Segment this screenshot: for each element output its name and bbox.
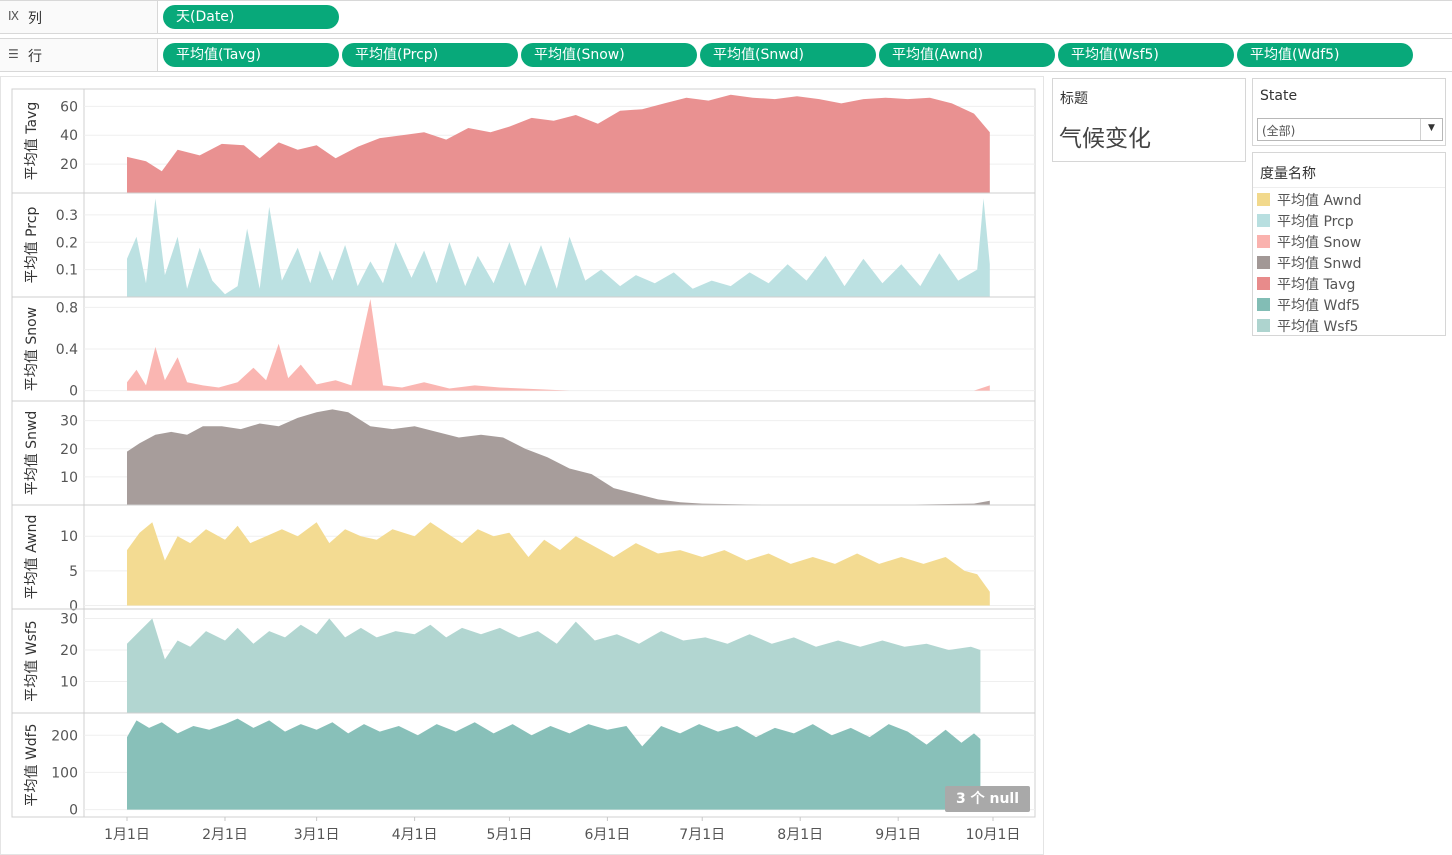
legend-item-prcp[interactable]: 平均值 Prcp [1257,210,1443,231]
legend-swatch [1257,256,1270,269]
pill-tavg[interactable]: 平均值(Tavg) [163,43,339,67]
pill-date[interactable]: 天(Date) [163,5,339,29]
area-snow [127,299,990,391]
y-tick-label-snwd: 10 [60,470,78,486]
dropdown-arrow-icon: ▼ [1428,123,1435,133]
legend-item-tavg[interactable]: 平均值 Tavg [1257,273,1443,294]
y-tick-label-wsf5: 10 [60,674,78,690]
area-tavg [127,94,990,193]
legend-item-snwd[interactable]: 平均值 Snwd [1257,252,1443,273]
legend-label: 平均值 Snwd [1277,256,1362,272]
x-tick-label: 8月1日 [777,827,823,843]
rows-shelf: ☰ 行 平均值(Tavg) 平均值(Prcp) 平均值(Snow) 平均值(Sn… [0,38,1452,72]
y-tick-label-awnd: 5 [69,564,78,580]
legend-header: 度量名称 [1260,166,1316,182]
x-tick-label: 1月1日 [104,827,150,843]
x-tick-label: 2月1日 [202,827,248,843]
state-dropdown-value: (全部) [1262,124,1296,138]
rows-icon: ☰ [8,47,19,61]
x-tick-label: 7月1日 [679,827,725,843]
pill-wsf5[interactable]: 平均值(Wsf5) [1058,43,1234,67]
columns-shelf-label: 列 [28,11,42,27]
y-tick-label-wdf5: 100 [51,765,78,781]
pill-snow[interactable]: 平均值(Snow) [521,43,697,67]
legend-item-awnd[interactable]: 平均值 Awnd [1257,189,1443,210]
legend-label: 平均值 Tavg [1277,277,1356,293]
legend-label: 平均值 Wsf5 [1277,319,1359,335]
area-prcp [127,198,990,297]
legend-label: 平均值 Wdf5 [1277,298,1361,314]
y-tick-label-wsf5: 20 [60,643,78,659]
y-axis-title-wsf5: 平均值 Wsf5 [24,620,40,701]
y-tick-label-wsf5: 30 [60,611,78,627]
legend-card: 度量名称 平均值 Awnd 平均值 Prcp 平均值 Snow 平均值 Snwd… [1252,152,1446,336]
chart-pane: 20 40 60 平均值 Tavg 0.1 0.2 0.3 平均值 Prcp 0 0.4 0.8 平均… [0,76,1044,855]
y-axis-title-prcp: 平均值 Prcp [24,207,40,284]
area-wsf5 [127,618,981,713]
legend-item-wsf5[interactable]: 平均值 Wsf5 [1257,315,1443,336]
columns-shelf: Ⅸ 列 天(Date) [0,0,1452,34]
dashboard-title: 气候变化 [1059,126,1151,152]
y-axis-title-tavg: 平均值 Tavg [24,102,40,180]
y-tick-label-snow: 0.8 [56,300,78,316]
legend-item-snow[interactable]: 平均值 Snow [1257,231,1443,252]
x-tick-label: 5月1日 [487,827,533,843]
area-chart[interactable]: 20 40 60 平均值 Tavg 0.1 0.2 0.3 平均值 Prcp 0 0.4 0.8 平均… [1,77,1043,854]
columns-icon: Ⅸ [8,9,20,23]
legend-swatch [1257,319,1270,332]
legend-divider [1253,187,1445,188]
y-tick-label-prcp: 0.2 [56,235,78,251]
legend-label: 平均值 Prcp [1277,214,1354,230]
state-dropdown-button[interactable]: ▼ [1420,119,1442,140]
title-card: 标题 气候变化 [1052,78,1246,162]
area-awnd [127,522,990,606]
legend-swatch [1257,214,1270,227]
y-tick-label-prcp: 0.1 [56,263,78,279]
y-tick-label-prcp: 0.3 [56,208,78,224]
x-tick-label: 3月1日 [294,827,340,843]
x-tick-label: 4月1日 [392,827,438,843]
pill-snwd[interactable]: 平均值(Snwd) [700,43,876,67]
state-filter-card: State (全部) ▼ [1252,78,1446,146]
legend-label: 平均值 Awnd [1277,193,1362,209]
y-tick-label-tavg: 60 [60,99,78,115]
legend-swatch [1257,298,1270,311]
y-tick-label-tavg: 40 [60,128,78,144]
y-tick-label-tavg: 20 [60,157,78,173]
area-wdf5 [127,718,981,810]
x-tick-label: 10月1日 [966,827,1021,843]
pill-wdf5[interactable]: 平均值(Wdf5) [1237,43,1413,67]
state-filter-header: State [1260,88,1298,104]
legend-swatch [1257,277,1270,290]
legend-swatch [1257,235,1270,248]
y-tick-label-wdf5: 0 [69,803,78,819]
null-indicator-badge[interactable]: 3 个 null [945,786,1030,812]
y-axis-title-snwd: 平均值 Snwd [24,411,40,496]
x-tick-label: 9月1日 [875,827,921,843]
y-tick-label-wdf5: 200 [51,728,78,744]
rows-shelf-label: 行 [28,49,42,65]
y-tick-label-awnd: 10 [60,529,78,545]
state-dropdown[interactable]: (全部) ▼ [1257,118,1443,141]
columns-shelf-label-cell: Ⅸ 列 [0,1,158,33]
x-tick-label: 6月1日 [584,827,630,843]
y-tick-label-snwd: 30 [60,414,78,430]
y-tick-label-snow: 0.4 [56,342,78,358]
y-tick-label-snwd: 20 [60,442,78,458]
legend-label: 平均值 Snow [1277,235,1362,251]
y-axis-title-wdf5: 平均值 Wdf5 [24,723,40,806]
rows-shelf-label-cell: ☰ 行 [0,39,158,71]
title-card-header: 标题 [1060,91,1088,107]
legend-item-wdf5[interactable]: 平均值 Wdf5 [1257,294,1443,315]
pill-awnd[interactable]: 平均值(Awnd) [879,43,1055,67]
area-snwd [127,409,990,505]
pill-prcp[interactable]: 平均值(Prcp) [342,43,518,67]
y-tick-label-snow: 0 [69,384,78,400]
y-axis-title-awnd: 平均值 Awnd [24,515,40,600]
y-axis-title-snow: 平均值 Snow [24,307,40,391]
legend-swatch [1257,193,1270,206]
